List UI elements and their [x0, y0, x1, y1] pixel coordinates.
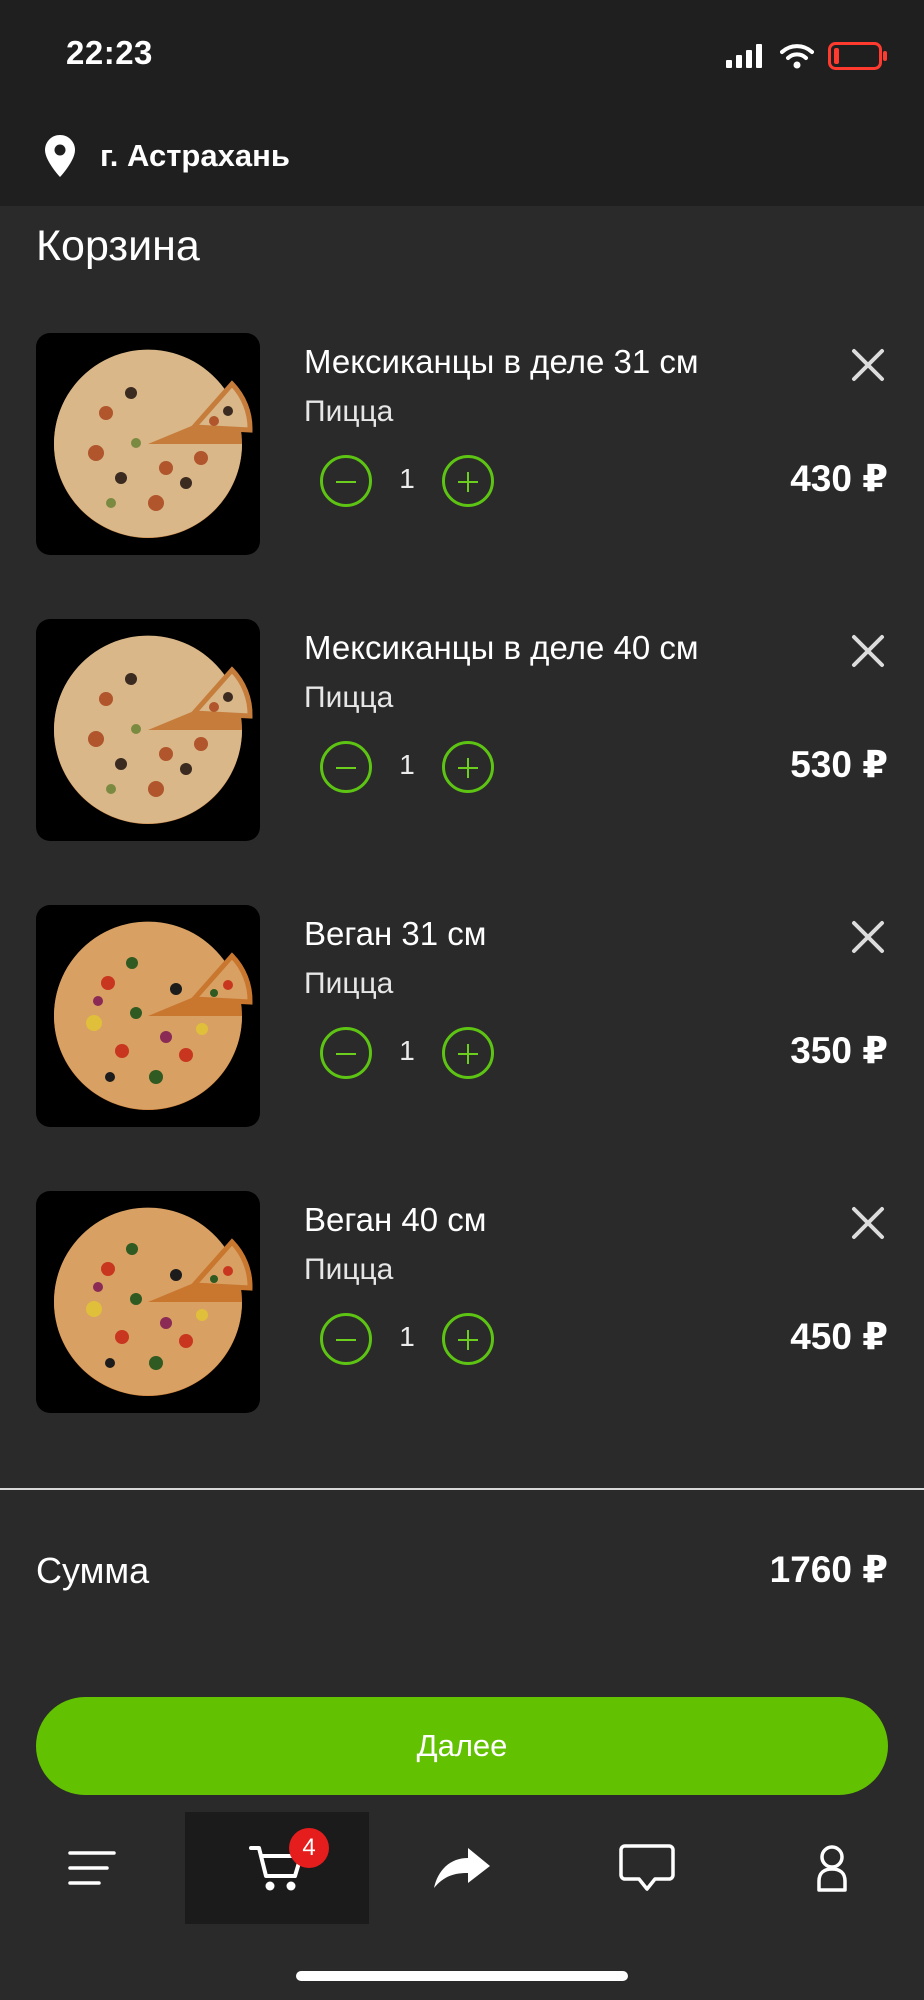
decrease-quantity-button[interactable]	[320, 1027, 372, 1079]
cart-item: Мексиканцы в деле 31 см Пицца 1 430 ₽	[0, 333, 924, 558]
pizza-image	[36, 333, 260, 555]
item-price: 430 ₽	[790, 458, 888, 499]
next-button[interactable]: Далее	[36, 1697, 888, 1795]
pizza-image	[36, 905, 260, 1127]
remove-item-button[interactable]	[846, 1201, 890, 1245]
increase-quantity-button[interactable]	[442, 455, 494, 507]
location-selector[interactable]: г. Астрахань	[0, 106, 924, 206]
summary-divider	[0, 1488, 924, 1490]
nav-cart[interactable]: 4	[185, 1812, 369, 1924]
location-pin-icon	[44, 134, 76, 178]
nav-profile[interactable]	[740, 1812, 924, 1924]
item-price: 530 ₽	[790, 744, 888, 785]
item-name: Мексиканцы в деле 40 см	[304, 629, 699, 666]
item-name: Веган 31 см	[304, 915, 487, 952]
decrease-quantity-button[interactable]	[320, 741, 372, 793]
quantity-value: 1	[399, 1321, 415, 1352]
item-name: Мексиканцы в деле 31 см	[304, 343, 699, 380]
status-icons	[726, 40, 888, 72]
pizza-image	[36, 619, 260, 841]
status-time: 22:23	[66, 34, 153, 71]
home-indicator	[296, 1971, 628, 1981]
increase-quantity-button[interactable]	[442, 741, 494, 793]
pizza-image	[36, 1191, 260, 1413]
close-icon	[852, 349, 884, 381]
remove-item-button[interactable]	[846, 915, 890, 959]
wifi-icon	[780, 44, 814, 69]
page-title: Корзина	[36, 222, 200, 270]
decrease-quantity-button[interactable]	[320, 455, 372, 507]
nav-menu[interactable]	[0, 1812, 184, 1924]
battery-icon	[828, 42, 887, 70]
close-icon	[852, 635, 884, 667]
quantity-value: 1	[399, 463, 415, 494]
close-icon	[852, 1207, 884, 1239]
signal-icon	[726, 44, 762, 68]
quantity-value: 1	[399, 1035, 415, 1066]
chat-icon	[619, 1844, 675, 1891]
menu-icon	[68, 1851, 116, 1885]
remove-item-button[interactable]	[846, 343, 890, 387]
increase-quantity-button[interactable]	[442, 1027, 494, 1079]
sum-value: 1760 ₽	[769, 1549, 888, 1590]
increase-quantity-button[interactable]	[442, 1313, 494, 1365]
quantity-value: 1	[399, 749, 415, 780]
cart-item: Мексиканцы в деле 40 см Пицца 1 530 ₽	[0, 619, 924, 844]
profile-icon	[817, 1845, 847, 1892]
close-icon	[852, 921, 884, 953]
share-icon	[434, 1848, 490, 1888]
bottom-nav: 4	[0, 1812, 924, 1924]
item-category: Пицца	[304, 1253, 394, 1286]
item-category: Пицца	[304, 967, 394, 1000]
nav-share[interactable]	[370, 1812, 554, 1924]
nav-chat[interactable]	[555, 1812, 739, 1924]
item-name: Веган 40 см	[304, 1201, 487, 1238]
sum-label: Сумма	[36, 1550, 150, 1591]
remove-item-button[interactable]	[846, 629, 890, 673]
item-price: 450 ₽	[790, 1316, 888, 1357]
cart-item: Веган 40 см Пицца 1 450 ₽	[0, 1191, 924, 1416]
cart-count-badge: 4	[289, 1828, 329, 1868]
cart-item: Веган 31 см Пицца 1 350 ₽	[0, 905, 924, 1130]
item-price: 350 ₽	[790, 1030, 888, 1071]
decrease-quantity-button[interactable]	[320, 1313, 372, 1365]
status-bar: 22:23	[0, 0, 924, 106]
item-category: Пицца	[304, 395, 394, 428]
location-city: г. Астрахань	[100, 138, 290, 173]
item-category: Пицца	[304, 681, 394, 714]
